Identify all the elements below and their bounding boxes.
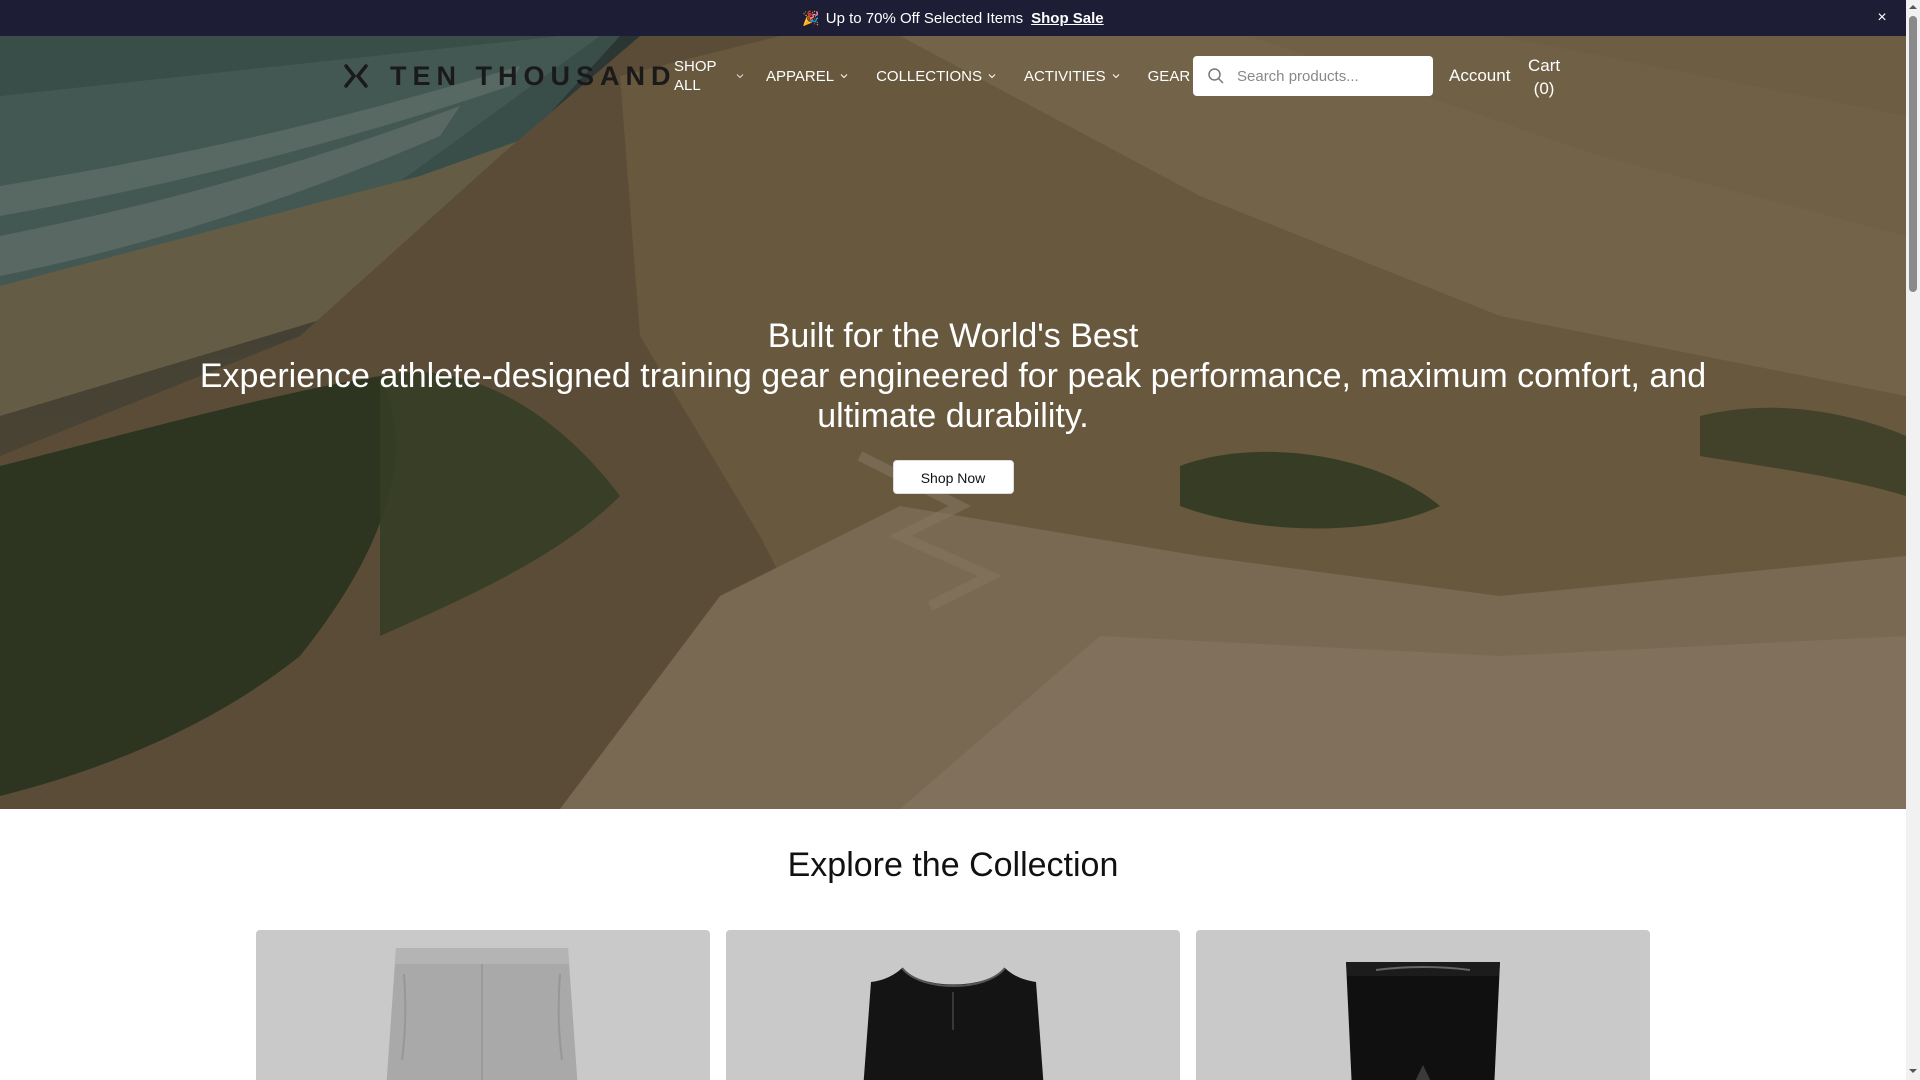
nav-item-label: COLLECTIONS bbox=[876, 67, 982, 85]
party-emoji-icon: 🎉 bbox=[802, 9, 820, 26]
brand-name: TEN THOUSAND bbox=[390, 60, 677, 91]
black-tank-image bbox=[863, 967, 1044, 1080]
cart-link[interactable]: Cart (0) bbox=[1528, 54, 1560, 100]
search-icon bbox=[1208, 68, 1224, 84]
page-scrollbar[interactable] bbox=[1906, 0, 1920, 1080]
nav-item-apparel[interactable]: APPAREL bbox=[766, 67, 848, 86]
brand-logo[interactable]: TEN THOUSAND bbox=[342, 60, 677, 92]
cart-count: (0) bbox=[1533, 79, 1555, 98]
scroll-up-arrow-icon[interactable] bbox=[1906, 0, 1920, 14]
nav-item-shop-all[interactable]: SHOP ALL bbox=[674, 57, 730, 95]
collection-card-briefs[interactable] bbox=[1196, 930, 1650, 1080]
hero-subtitle: Experience athlete-designed training gea… bbox=[199, 357, 1707, 435]
scrollbar-thumb[interactable] bbox=[1909, 16, 1917, 292]
account-link[interactable]: Account bbox=[1449, 66, 1510, 86]
announcement-bar: 🎉 Up to 70% Off Selected Items Shop Sale… bbox=[0, 0, 1906, 36]
chevron-down-icon bbox=[988, 74, 996, 79]
collection-card-tank[interactable] bbox=[726, 930, 1180, 1080]
grey-shorts-image bbox=[386, 948, 578, 1080]
close-icon[interactable]: × bbox=[1872, 8, 1892, 28]
cart-label: Cart bbox=[1528, 56, 1561, 75]
announcement-text: Up to 70% Off Selected Items bbox=[825, 9, 1024, 27]
collection-card-shorts[interactable] bbox=[256, 930, 710, 1080]
hero-content: Built for the World's Best Experience at… bbox=[0, 316, 1906, 494]
nav-item-label: APPAREL bbox=[766, 67, 835, 85]
chevron-down-icon bbox=[1112, 74, 1119, 79]
site-header: TEN THOUSAND SHOP ALL APPAREL COLLECTION… bbox=[0, 36, 1906, 116]
chevron-down-icon bbox=[736, 74, 744, 79]
scroll-down-arrow-icon[interactable] bbox=[1906, 1064, 1920, 1078]
shop-sale-link[interactable]: Shop Sale bbox=[1031, 10, 1104, 27]
collection-title: Explore the Collection bbox=[787, 846, 1119, 884]
nav-item-label: ACTIVITIES bbox=[1023, 67, 1106, 85]
nav-item-activities[interactable]: ACTIVITIES bbox=[1024, 67, 1120, 86]
shop-now-button[interactable]: Shop Now bbox=[892, 460, 1014, 494]
black-briefs-image bbox=[1346, 962, 1500, 1080]
nav-item-label: SHOP ALL bbox=[674, 58, 717, 94]
search-input[interactable] bbox=[1237, 67, 1427, 85]
collection-cards bbox=[256, 930, 1650, 1080]
search-box bbox=[1193, 56, 1433, 96]
logo-x-icon bbox=[344, 64, 368, 88]
chevron-down-icon bbox=[840, 74, 848, 79]
main-nav: SHOP ALL APPAREL COLLECTIONS ACTIVITIES … bbox=[674, 56, 1204, 96]
nav-item-collections[interactable]: COLLECTIONS bbox=[876, 67, 996, 86]
hero-title: Built for the World's Best bbox=[767, 317, 1139, 355]
nav-item-label: GEAR bbox=[1147, 67, 1191, 85]
